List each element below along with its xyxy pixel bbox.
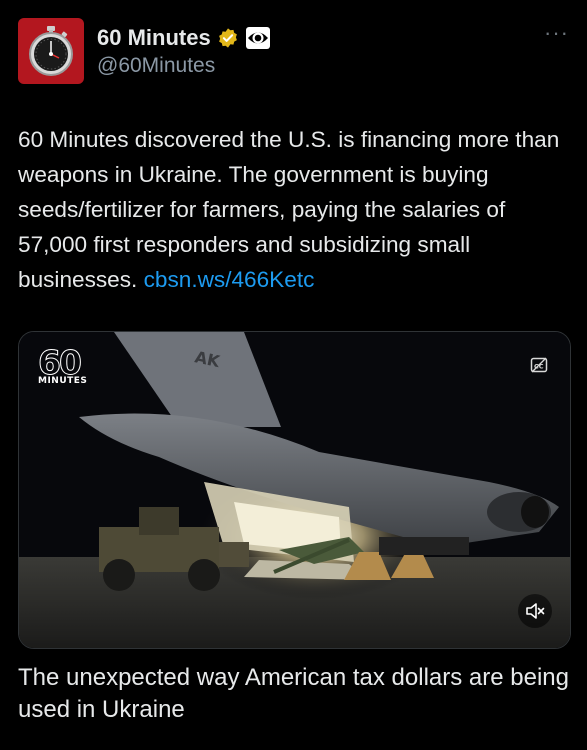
more-options-button[interactable]: ··· <box>544 22 569 44</box>
avatar[interactable] <box>18 18 84 84</box>
mute-icon <box>526 603 545 619</box>
tweet: 60 Minutes @60Minutes ··· 60 Minutes dis… <box>0 0 587 750</box>
closed-captions-icon[interactable]: CC <box>530 356 548 374</box>
video-player[interactable]: AK 60 MINUTES CC <box>18 331 571 649</box>
cbs-eye-icon <box>245 27 270 49</box>
tweet-text: 60 Minutes discovered the U.S. is financ… <box>18 122 573 297</box>
mute-button[interactable] <box>518 594 552 628</box>
link-card-title[interactable]: The unexpected way American tax dollars … <box>18 662 578 726</box>
name-row: 60 Minutes <box>97 24 271 52</box>
cargo-plane-scene: AK <box>19 332 570 648</box>
logo-word: MINUTES <box>38 376 88 386</box>
display-name[interactable]: 60 Minutes <box>97 25 211 51</box>
author-block: 60 Minutes @60Minutes <box>97 24 271 78</box>
logo-number: 60 <box>37 343 82 382</box>
tweet-link[interactable]: cbsn.ws/466Ketc <box>144 267 315 292</box>
stopwatch-icon <box>29 26 73 76</box>
60-minutes-watermark: 60 MINUTES <box>37 343 88 386</box>
verified-badge-icon <box>218 28 237 48</box>
handle[interactable]: @60Minutes <box>97 54 271 78</box>
